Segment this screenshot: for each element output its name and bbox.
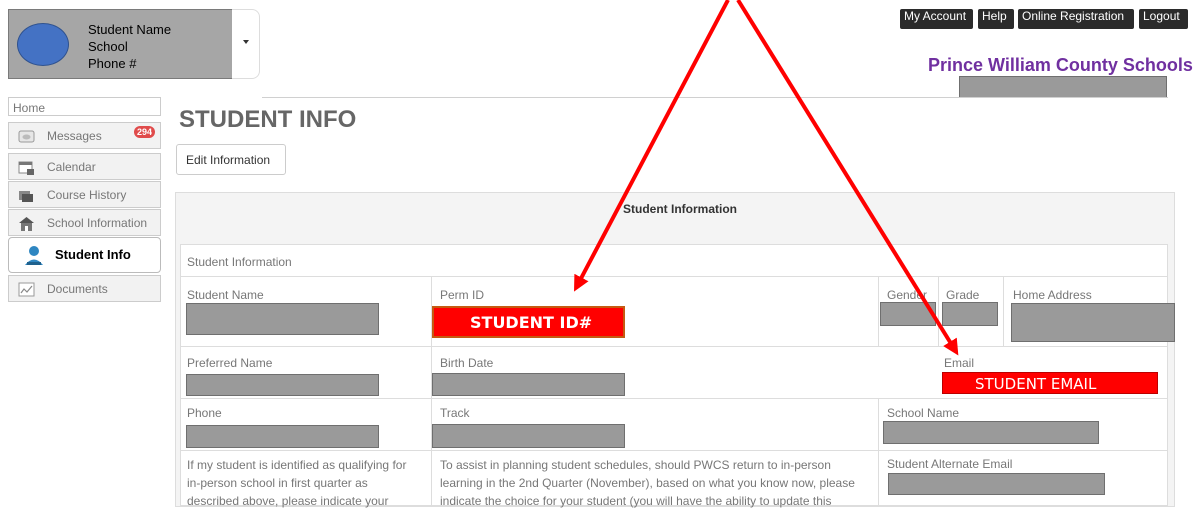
grade-label: Grade — [946, 288, 980, 302]
first-quarter-question: If my student is identified as qualifyin… — [187, 456, 427, 510]
sidebar-item-calendar[interactable]: Calendar — [8, 153, 161, 180]
sidebar-item-student-info[interactable]: Student Info — [8, 237, 161, 273]
gender-label: Gender — [887, 288, 928, 302]
student-card-school: School — [88, 39, 128, 54]
sidebar-item-label: Calendar — [47, 160, 96, 174]
home-address-label: Home Address — [1013, 288, 1092, 302]
column-divider — [878, 399, 879, 506]
alternate-email-label: Student Alternate Email — [887, 457, 1013, 471]
track-value — [432, 424, 625, 448]
birth-date-value — [432, 373, 625, 396]
chevron-down-icon — [243, 40, 249, 44]
row-divider — [181, 346, 1167, 347]
sidebar-item-documents[interactable]: Documents — [8, 275, 161, 302]
messages-icon — [18, 130, 35, 143]
redacted-field — [959, 76, 1167, 98]
section-title: Student Information — [187, 255, 292, 269]
calendar-icon — [18, 161, 34, 175]
question-line: indicate the choice for your student (yo… — [440, 494, 832, 508]
student-name-value — [186, 303, 379, 335]
column-divider — [878, 277, 879, 346]
grade-value — [942, 302, 998, 326]
preferred-name-value — [186, 374, 379, 396]
row-divider — [181, 276, 1167, 277]
student-card-phone: Phone # — [88, 56, 137, 71]
email-label: Email — [944, 356, 975, 370]
sidebar-item-label: Course History — [47, 188, 127, 202]
student-card-text: Student Name School Phone # — [88, 21, 171, 72]
documents-icon — [18, 282, 35, 297]
sidebar-item-school-information[interactable]: School Information — [8, 209, 161, 236]
phone-label: Phone — [187, 406, 222, 420]
column-divider — [1003, 277, 1004, 346]
track-label: Track — [440, 406, 470, 420]
home-address-value — [1011, 303, 1175, 342]
student-switcher-dropdown[interactable] — [232, 9, 260, 79]
row-divider — [181, 450, 1167, 451]
student-id-highlight: STUDENT ID# — [432, 306, 625, 338]
header-divider — [262, 97, 1168, 98]
sidebar-item-label: Student Info — [55, 247, 131, 262]
sidebar-item-messages[interactable]: Messages 294 — [8, 122, 161, 149]
sidebar-item-label: Messages — [47, 129, 102, 143]
second-quarter-question: To assist in planning student schedules,… — [440, 456, 875, 510]
phone-value — [186, 425, 379, 448]
gender-value — [880, 302, 936, 326]
message-count-badge: 294 — [133, 126, 155, 138]
help-button[interactable]: Help — [978, 9, 1014, 29]
my-account-button[interactable]: My Account — [900, 9, 973, 29]
preferred-name-label: Preferred Name — [187, 356, 273, 370]
school-name-label: School Name — [887, 406, 960, 420]
student-card-name: Student Name — [88, 22, 172, 37]
perm-id-label: Perm ID — [440, 288, 485, 302]
online-registration-button[interactable]: Online Registration — [1018, 9, 1134, 29]
student-name-label: Student Name — [187, 288, 264, 302]
sidebar-item-home[interactable]: Home — [8, 97, 161, 116]
question-line: learning in the 2nd Quarter (November), … — [440, 476, 855, 490]
district-name[interactable]: Prince William County Schools — [928, 55, 1193, 76]
school-icon — [19, 217, 34, 231]
student-icon — [25, 246, 43, 265]
sidebar-item-label: Documents — [47, 282, 108, 296]
logout-button[interactable]: Logout — [1139, 9, 1188, 29]
row-divider — [181, 398, 1167, 399]
question-line: described above, please indicate your — [187, 494, 389, 508]
question-line: in-person school in first quarter as — [187, 476, 368, 490]
avatar — [17, 23, 69, 66]
school-name-value — [883, 421, 1099, 444]
student-email-highlight: STUDENT EMAIL — [942, 372, 1158, 394]
sidebar-item-course-history[interactable]: Course History — [8, 181, 161, 208]
panel-title: Student Information — [623, 202, 737, 216]
sidebar-item-label: School Information — [47, 216, 148, 230]
column-divider — [938, 277, 939, 346]
question-line: If my student is identified as qualifyin… — [187, 458, 407, 472]
alternate-email-value — [888, 473, 1105, 495]
page-title: STUDENT INFO — [179, 106, 357, 133]
edit-information-button[interactable]: Edit Information — [176, 144, 286, 175]
birth-date-label: Birth Date — [440, 356, 494, 370]
question-line: To assist in planning student schedules,… — [440, 458, 831, 472]
course-history-icon — [19, 191, 33, 202]
